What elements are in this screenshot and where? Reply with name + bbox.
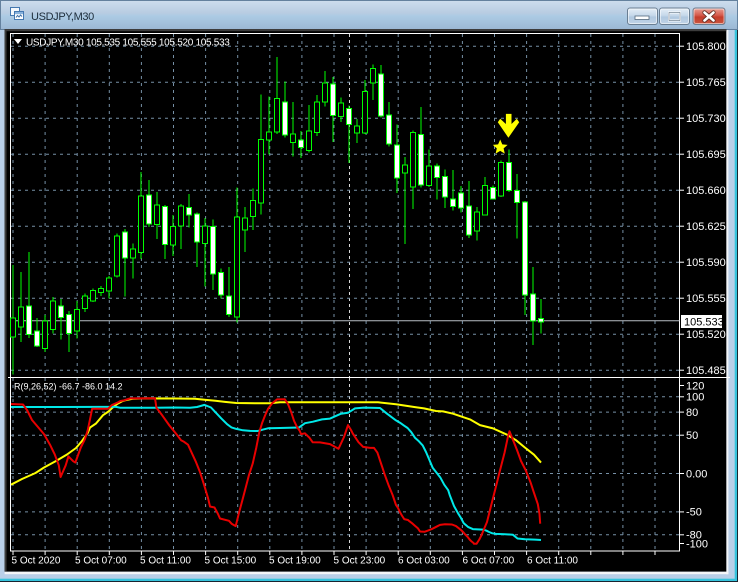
svg-text:5 Oct 15:00: 5 Oct 15:00: [205, 556, 257, 567]
svg-text:0.00: 0.00: [686, 468, 707, 480]
svg-text:5 Oct 19:00: 5 Oct 19:00: [269, 556, 321, 567]
svg-text:105.590: 105.590: [686, 257, 726, 269]
svg-text:105.695: 105.695: [686, 149, 726, 161]
svg-text:105.765: 105.765: [686, 77, 726, 89]
svg-text:105.800: 105.800: [686, 41, 726, 53]
svg-text:5 Oct 2020: 5 Oct 2020: [12, 556, 61, 567]
svg-text:105.660: 105.660: [686, 185, 726, 197]
svg-text:105.625: 105.625: [686, 221, 726, 233]
svg-text:80: 80: [686, 407, 698, 419]
svg-text:105.485: 105.485: [686, 365, 726, 377]
svg-text:105.533: 105.533: [684, 317, 724, 329]
svg-text:-50: -50: [686, 507, 702, 519]
svg-text:R(9,26,52) -66.7 -86.0 14.2: R(9,26,52) -66.7 -86.0 14.2: [14, 382, 123, 392]
svg-text:5 Oct 23:00: 5 Oct 23:00: [334, 556, 386, 567]
svg-text:105.730: 105.730: [686, 113, 726, 125]
svg-text:50: 50: [686, 430, 698, 442]
svg-text:6 Oct 03:00: 6 Oct 03:00: [398, 556, 450, 567]
svg-text:5 Oct 11:00: 5 Oct 11:00: [140, 556, 191, 567]
svg-text:6 Oct 11:00: 6 Oct 11:00: [527, 556, 578, 567]
svg-text:5 Oct 07:00: 5 Oct 07:00: [75, 556, 127, 567]
svg-text:USDJPY,M30 105.535 105.555 10: USDJPY,M30 105.535 105.555 105.520 105.5…: [26, 38, 230, 49]
svg-text:USDJPY,M30: USDJPY,M30: [31, 11, 94, 23]
svg-text:105.555: 105.555: [686, 293, 726, 305]
svg-text:120: 120: [686, 380, 704, 392]
svg-text:-100: -100: [686, 538, 708, 550]
svg-text:6 Oct 07:00: 6 Oct 07:00: [463, 556, 515, 567]
svg-text:105.520: 105.520: [686, 329, 726, 341]
svg-text:100: 100: [686, 392, 704, 404]
